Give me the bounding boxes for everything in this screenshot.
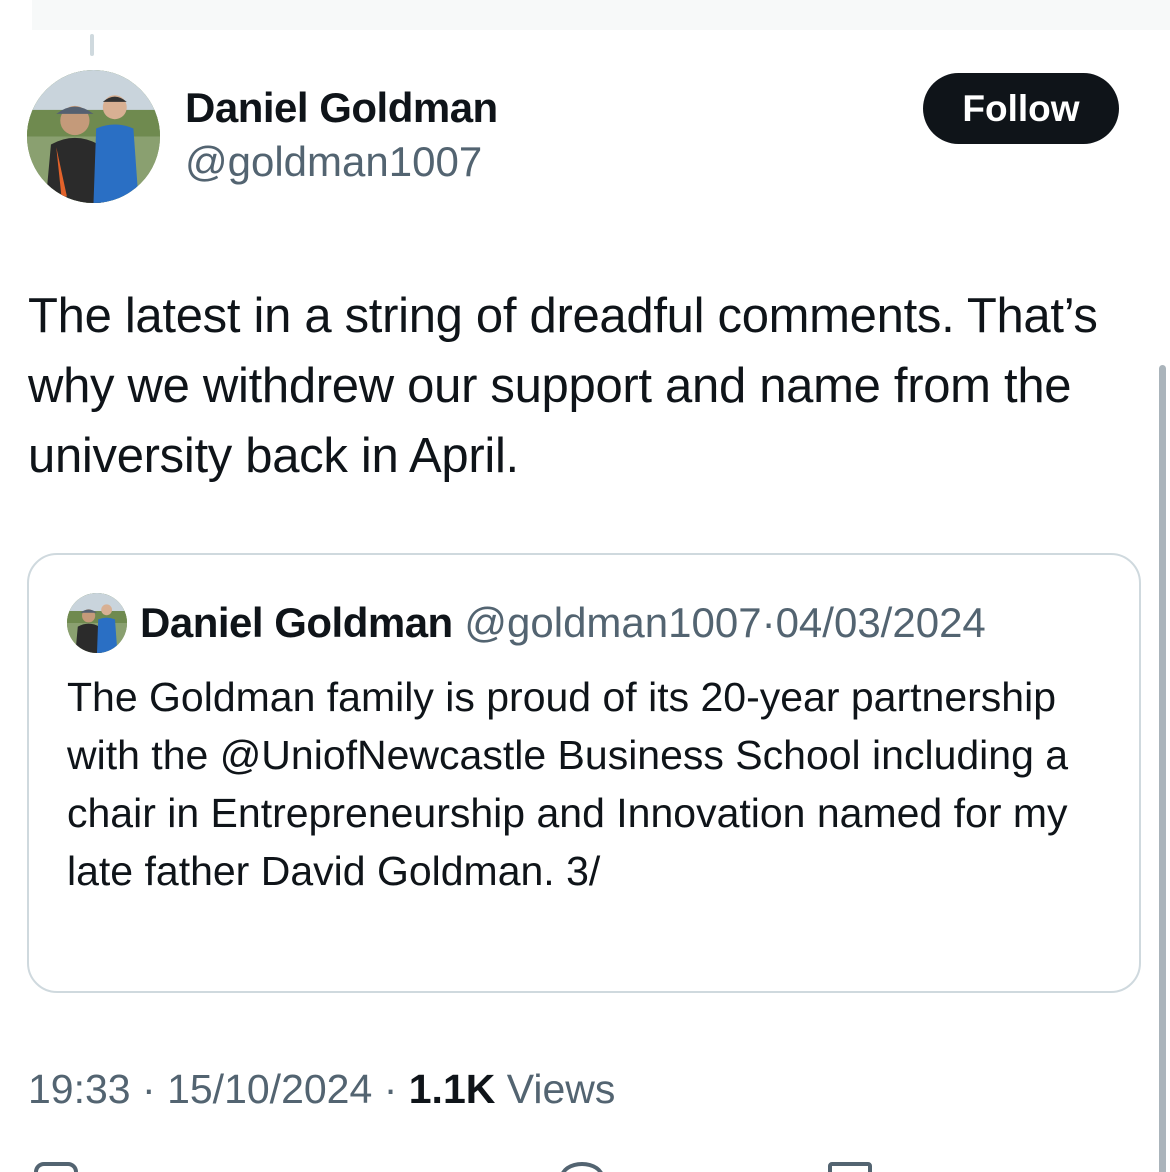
meta-separator: · (383, 1066, 398, 1112)
tweet-detail-page: Daniel Goldman @goldman1007 Follow The l… (0, 0, 1170, 1172)
avatar-photo-icon (27, 70, 160, 203)
quoted-separator: · (761, 599, 776, 646)
tweet-meta: 19:33 · 15/10/2024 · 1.1K Views (28, 1066, 615, 1113)
author-handle[interactable]: @goldman1007 (185, 138, 482, 186)
quoted-author-avatar (67, 593, 127, 653)
meta-separator: · (142, 1066, 156, 1112)
follow-button[interactable]: Follow (923, 73, 1119, 144)
quoted-tweet-text: The Goldman family is proud of its 20-ye… (67, 674, 1069, 894)
thread-connector-line (90, 34, 94, 56)
avatar-photo-icon (67, 593, 127, 653)
previous-tweet-strip (32, 0, 1170, 30)
tweet-text: The latest in a string of dreadful comme… (28, 289, 1098, 483)
quoted-author-name: Daniel Goldman (140, 599, 453, 646)
quoted-author-handle: @goldman1007 (464, 599, 762, 646)
views-label[interactable]: Views (507, 1066, 616, 1112)
author-avatar[interactable] (27, 70, 160, 203)
like-icon[interactable] (560, 1162, 604, 1172)
quoted-tweet-header: Daniel Goldman @goldman1007·04/03/2024 (140, 599, 986, 647)
views-count[interactable]: 1.1K (409, 1066, 496, 1112)
bookmark-icon[interactable] (828, 1162, 872, 1172)
quoted-date: 04/03/2024 (775, 599, 986, 646)
scrollbar[interactable] (1159, 365, 1166, 1172)
author-display-name[interactable]: Daniel Goldman (185, 84, 498, 132)
tweet-time[interactable]: 19:33 (28, 1066, 131, 1112)
reply-icon[interactable] (34, 1162, 78, 1172)
tweet-date[interactable]: 15/10/2024 (167, 1066, 372, 1112)
quoted-tweet-card[interactable]: Daniel Goldman @goldman1007·04/03/2024 T… (27, 553, 1141, 993)
